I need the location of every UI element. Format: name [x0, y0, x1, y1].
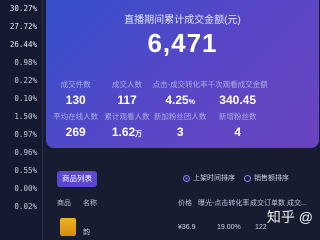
- column-header: 价格: [178, 200, 192, 207]
- sidebar-row[interactable]: 0.96%: [0, 144, 42, 162]
- metric-label: 新加粉丝团人数: [153, 112, 207, 121]
- metric-label: 新增粉丝数: [218, 112, 257, 121]
- metric-total-viewers: 累计观看人数 1.62万: [101, 111, 152, 139]
- sidebar-row[interactable]: 0.55%: [0, 162, 42, 180]
- zhihu-watermark: 知乎 @: [266, 209, 313, 225]
- column-header: 名称: [83, 200, 97, 207]
- metric-avg-online: 平均在线人数 269: [50, 111, 101, 139]
- sidebar-row[interactable]: 0.98%: [0, 54, 42, 72]
- metric-new-fan-club: 新加粉丝团人数 3: [153, 111, 208, 139]
- metric-label: 平均在线人数: [53, 112, 99, 121]
- product-conversion: 19.00%: [217, 224, 241, 231]
- metric-label: 点击-成交转化率: [152, 80, 208, 89]
- summary-panel: 直播期间累计成交金额(元) 6,471 成交件数 130 成交人数 117 点击…: [46, 0, 319, 148]
- sidebar-row[interactable]: 30.27%: [0, 0, 42, 18]
- sidebar-row[interactable]: 0.00%: [0, 180, 42, 198]
- metric-value: 340.45: [219, 93, 256, 107]
- column-header: 商品: [57, 200, 71, 207]
- metric-items-sold: 成交件数 130: [50, 79, 101, 107]
- sidebar-row[interactable]: 0.97%: [0, 126, 42, 144]
- radio-selected-icon: [183, 174, 190, 182]
- metric-label: 成交件数: [60, 80, 91, 89]
- sort-by-time-radio[interactable]: 上架时间排序: [183, 173, 235, 183]
- metric-label: 千次观看成交金额: [207, 80, 268, 89]
- column-header: 曝光-点击转化率: [198, 200, 250, 207]
- product-orders: 122: [255, 224, 267, 231]
- metric-unit: %: [188, 99, 195, 106]
- metric-label: 成交人数: [111, 80, 142, 89]
- metric-new-followers: 新增粉丝数 4: [208, 111, 268, 139]
- sidebar-row[interactable]: 0.22%: [0, 72, 42, 90]
- metric-value: 3: [176, 125, 184, 139]
- metrics-grid: 成交件数 130 成交人数 117 点击-成交转化率 4.25% 千次观看成交金…: [50, 79, 319, 139]
- sort-option-label: 上架时间排序: [193, 175, 235, 182]
- sidebar-row[interactable]: 1.50%: [0, 108, 42, 126]
- sidebar-row[interactable]: 0.10%: [0, 90, 42, 108]
- metric-value: 4: [234, 125, 241, 139]
- metric-unit: 万: [135, 131, 143, 138]
- product-name: 韵: [83, 229, 90, 236]
- metric-value: 269: [65, 125, 86, 139]
- metric-value: 117: [117, 93, 137, 107]
- metric-value: 130: [65, 93, 86, 107]
- goods-list-button[interactable]: 商品列表: [57, 171, 97, 187]
- total-sales-value: 6,471: [147, 28, 218, 58]
- radio-unselected-icon: [244, 174, 251, 182]
- total-sales-title: 直播期间累计成交金额(元): [124, 15, 241, 26]
- sidebar-percent-list: 30.27% 27.72% 26.44% 0.98% 0.22% 0.10% 1…: [0, 0, 43, 240]
- metric-value: 1.62: [111, 125, 136, 139]
- metric-value: 4.25: [165, 93, 189, 107]
- metric-label: 累计观看人数: [104, 112, 150, 121]
- metric-click-conversion: 点击-成交转化率 4.25%: [153, 79, 208, 107]
- metric-buyers: 成交人数 117: [101, 79, 152, 107]
- sort-by-sales-radio[interactable]: 销售额排序: [244, 173, 289, 183]
- sidebar-row[interactable]: 0.02%: [0, 198, 42, 216]
- sort-option-label: 销售额排序: [254, 175, 289, 182]
- metric-gmv-per-thousand-views: 千次观看成交金额 340.45: [208, 79, 268, 107]
- product-price: ¥36.9: [178, 224, 196, 231]
- product-thumbnail: [60, 218, 76, 236]
- sidebar-row[interactable]: 27.72%: [0, 18, 42, 36]
- sidebar-row[interactable]: 26.44%: [0, 36, 42, 54]
